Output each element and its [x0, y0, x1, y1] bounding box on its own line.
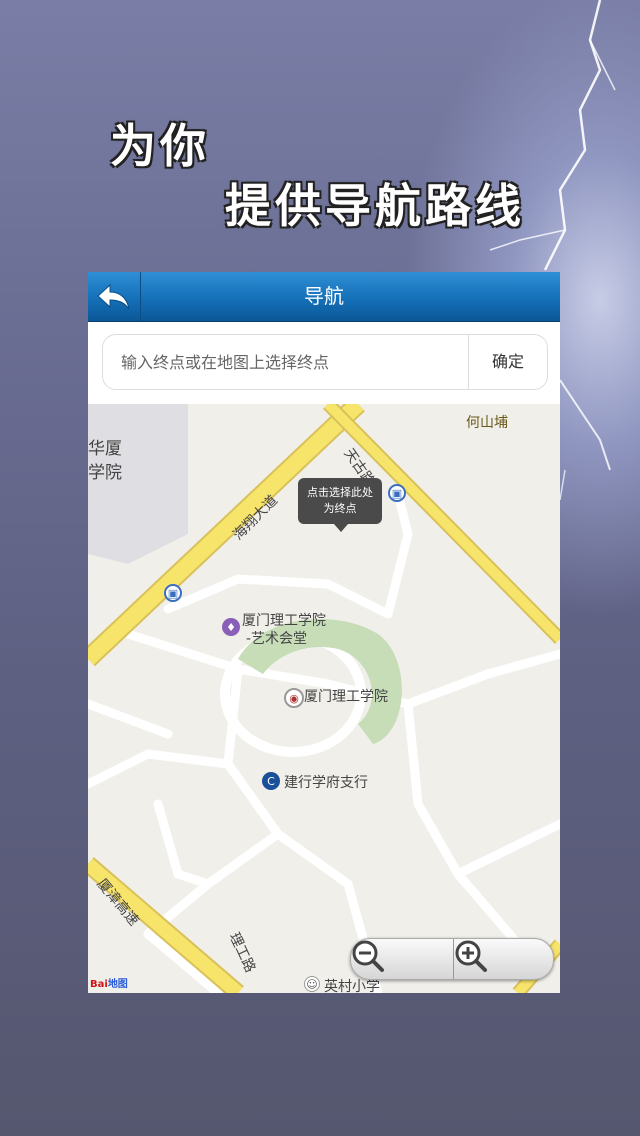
promo-line-1: 为你 [110, 119, 210, 173]
zoom-out-icon [352, 940, 384, 972]
destination-input[interactable] [103, 335, 469, 389]
map-view[interactable]: 华厦 学院 何山埔 天古路 海翔大道 点击选择此处 为终点 ▣ ▣ ♦ 厦门理工… [88, 404, 560, 993]
school-poi-icon[interactable]: ◉ [284, 688, 304, 708]
bus-stop-icon[interactable]: ▣ [164, 584, 182, 602]
map-label-ccb: 建行学府支行 [284, 775, 368, 791]
logo-text: Bai [90, 979, 108, 990]
bus-stop-icon[interactable]: ▣ [388, 484, 406, 502]
school-poi-icon[interactable]: ☺ [304, 976, 320, 992]
map-label-art-hall-1: 厦门理工学院 [242, 613, 326, 629]
back-arrow-icon [97, 283, 130, 309]
map-label-huaxia: 华厦 [88, 439, 122, 459]
logo-suffix: 地图 [107, 979, 128, 990]
search-row: 确定 [88, 322, 560, 404]
tooltip-line-2: 为终点 [323, 502, 357, 515]
map-label-xmut: 厦门理工学院 [304, 689, 388, 705]
baidu-map-logo: Bai地图 [90, 975, 128, 990]
bank-poi-icon[interactable]: C [262, 772, 280, 790]
art-hall-poi-icon[interactable]: ♦ [222, 618, 240, 636]
map-label-art-hall-2: -艺术会堂 [246, 631, 308, 647]
navigation-bar: 导航 [88, 272, 560, 322]
zoom-control [350, 938, 554, 980]
back-button[interactable] [88, 272, 141, 321]
confirm-button[interactable]: 确定 [468, 335, 547, 389]
zoom-out-button[interactable] [351, 939, 451, 979]
select-destination-tooltip[interactable]: 点击选择此处 为终点 [298, 478, 382, 532]
zoom-in-button[interactable] [453, 939, 553, 979]
map-label-heshanpu: 何山埔 [466, 415, 508, 431]
app-screen: 导航 确定 [88, 272, 560, 993]
promo-line-2: 提供导航路线 [225, 179, 525, 233]
zoom-in-icon [455, 940, 487, 972]
map-label-huaxia-sub: 学院 [88, 463, 122, 483]
tooltip-line-1: 点击选择此处 [307, 486, 373, 499]
search-box: 确定 [102, 334, 548, 390]
page-title: 导航 [304, 284, 344, 308]
